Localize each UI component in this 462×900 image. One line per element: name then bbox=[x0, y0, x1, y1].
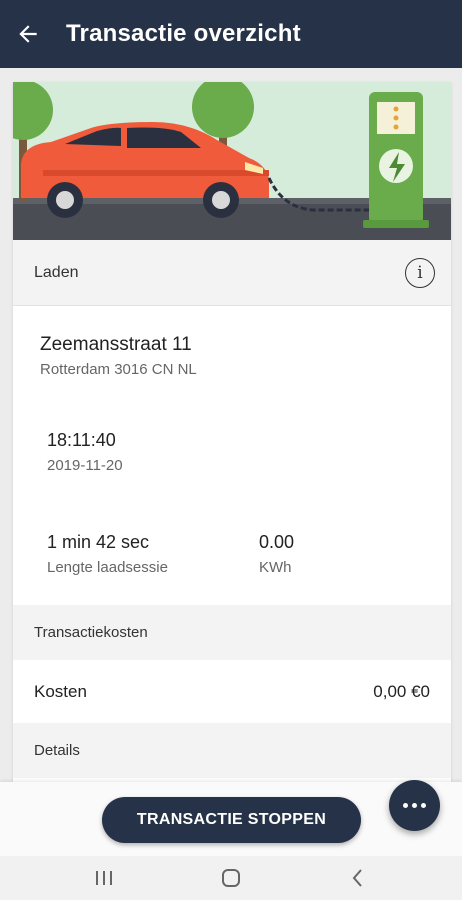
car-charging-illustration bbox=[13, 82, 451, 240]
cost-value: 0,00 €0 bbox=[373, 681, 430, 701]
more-options-button[interactable] bbox=[389, 780, 440, 831]
info-icon[interactable]: i bbox=[405, 257, 435, 288]
datetime-block: 18:11:40 2019-11-20 bbox=[13, 404, 451, 504]
system-navigation-bar bbox=[0, 856, 462, 900]
more-horizontal-icon bbox=[401, 803, 428, 808]
details-section-header[interactable]: Details bbox=[13, 723, 451, 778]
home-icon bbox=[221, 869, 240, 887]
location-block: Zeemansstraat 11 Rotterdam 3016 CN NL bbox=[13, 306, 451, 404]
street-address: Zeemansstraat 11 bbox=[40, 334, 192, 355]
duration-label: Lengte laadsessie bbox=[47, 559, 168, 576]
charging-header-label: Laden bbox=[34, 263, 79, 281]
session-stats: 1 min 42 sec Lengte laadsessie 0.00 KWh bbox=[13, 504, 451, 605]
page-title: Transactie overzicht bbox=[66, 20, 301, 47]
energy-stat: 0.00 KWh bbox=[259, 532, 294, 605]
start-time: 18:11:40 bbox=[47, 430, 116, 450]
duration-stat: 1 min 42 sec Lengte laadsessie bbox=[47, 532, 259, 605]
duration-value: 1 min 42 sec bbox=[47, 532, 150, 552]
energy-unit: KWh bbox=[259, 559, 292, 576]
transaction-card: Laden i Zeemansstraat 11 Rotterdam 3016 … bbox=[13, 82, 451, 782]
cost-label: Kosten bbox=[34, 681, 87, 701]
recent-apps-icon bbox=[95, 871, 112, 885]
stop-transaction-button[interactable]: TRANSACTIE STOPPEN bbox=[102, 797, 361, 843]
cost-row: Kosten 0,00 €0 bbox=[13, 660, 451, 723]
system-back-button[interactable] bbox=[338, 858, 378, 898]
back-button[interactable] bbox=[2, 0, 54, 68]
home-button[interactable] bbox=[211, 858, 251, 898]
costs-section-header: Transactiekosten bbox=[13, 605, 451, 660]
energy-value: 0.00 bbox=[259, 532, 295, 552]
start-date: 2019-11-20 bbox=[47, 457, 123, 474]
arrow-left-icon bbox=[19, 25, 37, 43]
charging-section-header: Laden i bbox=[13, 240, 451, 306]
recent-apps-button[interactable] bbox=[84, 858, 124, 898]
back-chevron-icon bbox=[352, 869, 363, 887]
city-address: Rotterdam 3016 CN NL bbox=[40, 361, 197, 378]
app-bar: Transactie overzicht bbox=[0, 0, 462, 68]
